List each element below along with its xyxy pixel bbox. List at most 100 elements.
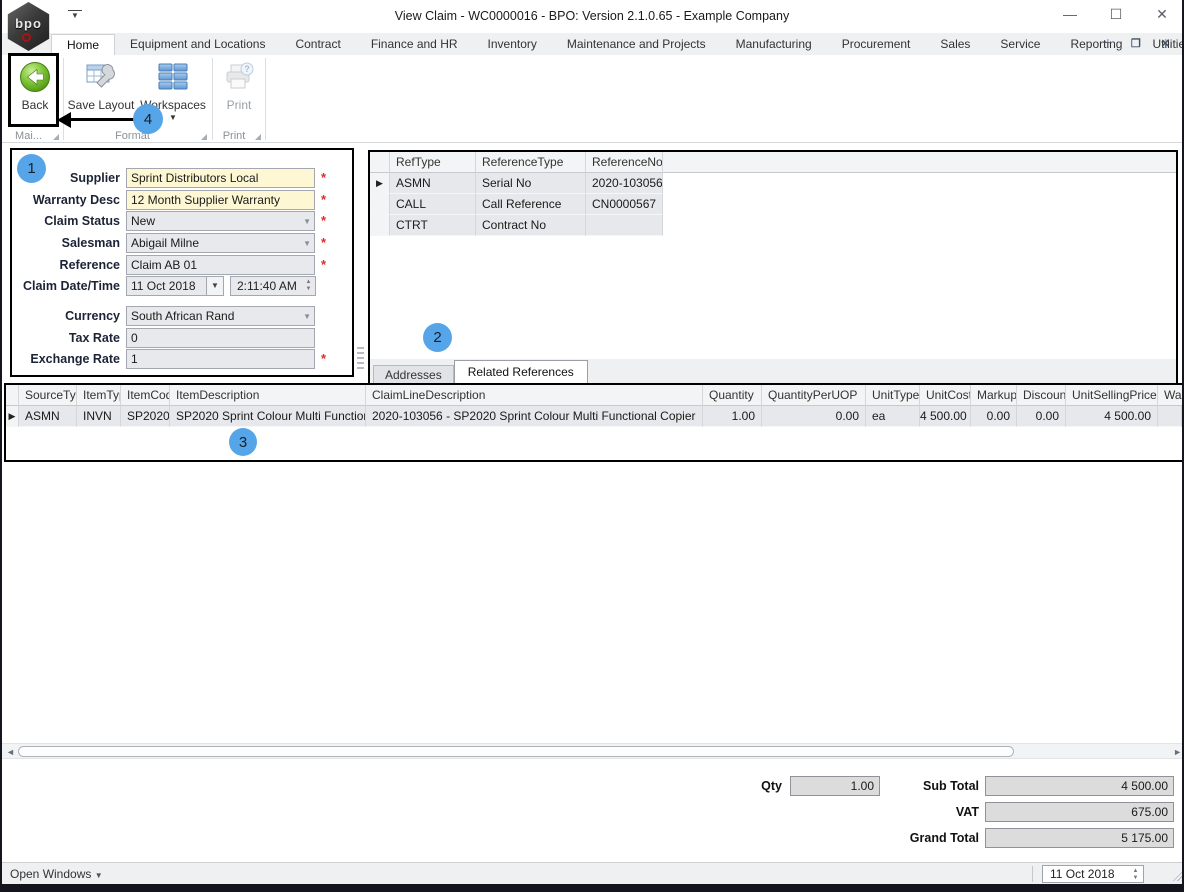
column-header-itemtype[interactable]: ItemType (77, 385, 121, 406)
column-header-unittype[interactable]: UnitType (866, 385, 920, 406)
currency-dropdown[interactable]: South African Rand ▼ (126, 306, 315, 326)
chevron-down-icon[interactable]: ▼ (206, 277, 223, 295)
chevron-down-icon: ▼ (303, 312, 311, 321)
tax-rate-field[interactable]: 0 (126, 328, 315, 348)
workspaces-dropdown-icon: ▼ (169, 113, 177, 122)
column-header-quantity[interactable]: Quantity (703, 385, 762, 406)
required-asterisk: * (321, 235, 327, 250)
required-asterisk: * (321, 192, 327, 207)
column-header-unitsellingprice[interactable]: UnitSellingPrice (1066, 385, 1158, 406)
tab-home[interactable]: Home (51, 34, 116, 55)
save-layout-label: Save Layout (67, 98, 135, 112)
claim-time-spinner[interactable]: 2:11:40 AM ▲ ▼ (230, 276, 316, 296)
required-asterisk: * (321, 257, 327, 272)
mdi-close-icon[interactable]: ✕ (1161, 37, 1170, 50)
tab-maintenance-and-projects[interactable]: Maintenance and Projects (552, 34, 721, 55)
callout-badge-1: 1 (17, 154, 46, 183)
tab-manufacturing[interactable]: Manufacturing (721, 34, 827, 55)
spinner-arrows-icon[interactable]: ▲ ▼ (1130, 867, 1141, 883)
current-row-indicator-icon: ▶ (6, 406, 19, 427)
tab-contract[interactable]: Contract (280, 34, 355, 55)
group-launcher-icon[interactable] (255, 134, 261, 140)
column-header-warehouse[interactable]: Ware (1158, 385, 1182, 406)
claim-status-dropdown[interactable]: New ▼ (126, 211, 315, 231)
vat-label: VAT (955, 805, 979, 819)
tab-service[interactable]: Service (985, 34, 1055, 55)
tab-finance-and-hr[interactable]: Finance and HR (356, 34, 473, 55)
open-windows-button[interactable]: Open Windows ▼ (10, 867, 103, 881)
current-row-indicator-icon: ▶ (370, 173, 390, 194)
group-launcher-icon[interactable] (201, 134, 207, 140)
callout-badge-4: 4 (133, 104, 163, 134)
scroll-right-icon[interactable]: ► (1173, 747, 1182, 757)
claim-date-picker[interactable]: 11 Oct 2018 ▼ (126, 276, 224, 296)
spinner-arrows-icon[interactable]: ▲ ▼ (303, 278, 314, 294)
group-caption-print: Print (222, 130, 246, 142)
maximize-icon[interactable]: ☐ (1106, 6, 1126, 23)
tab-procurement[interactable]: Procurement (827, 34, 926, 55)
mdi-minimize-icon[interactable]: ─ (1103, 37, 1111, 50)
sub-total-label: Sub Total (922, 779, 979, 793)
column-header-claimlinedescription[interactable]: ClaimLineDescription (366, 385, 703, 406)
print-label: Print (226, 98, 252, 112)
chevron-down-icon: ▼ (94, 871, 103, 880)
ribbon-group-main: Back Mai... (4, 55, 63, 143)
related-references-panel: RefType ReferenceType ReferenceNo ▶ ASMN… (368, 150, 1178, 387)
status-bar: Open Windows ▼ 11 Oct 2018 ▲ ▼ (2, 862, 1182, 884)
horizontal-scrollbar[interactable]: ◄ ► (2, 743, 1182, 759)
column-header-itemdescription[interactable]: ItemDescription (170, 385, 366, 406)
exchange-rate-field[interactable]: 1 (126, 349, 315, 369)
column-header-referencetype[interactable]: ReferenceType (476, 152, 586, 173)
mdi-restore-icon[interactable]: ❐ (1131, 37, 1141, 50)
reference-row[interactable]: ▶ ASMN Serial No 2020-103056 (370, 173, 1176, 194)
scroll-left-icon[interactable]: ◄ (6, 747, 15, 757)
tab-sales[interactable]: Sales (925, 34, 985, 55)
print-button[interactable]: ? Print (216, 58, 262, 112)
reference-field[interactable]: Claim AB 01 (126, 255, 315, 275)
column-header-reftype[interactable]: RefType (390, 152, 476, 173)
warranty-desc-field[interactable]: 12 Month Supplier Warranty (126, 190, 315, 210)
close-icon[interactable]: ✕ (1152, 6, 1172, 23)
workspaces-icon (156, 58, 190, 96)
required-asterisk: * (321, 170, 327, 185)
panel-splitter[interactable] (357, 347, 364, 369)
save-layout-button[interactable]: Save Layout (68, 58, 134, 112)
column-header-unitcost[interactable]: UnitCost (920, 385, 971, 406)
column-header-quantityperuop[interactable]: QuantityPerUOP (762, 385, 866, 406)
reference-row[interactable]: CALL Call Reference CN0000567 (370, 194, 1176, 215)
salesman-dropdown[interactable]: Abigail Milne ▼ (126, 233, 315, 253)
scrollbar-thumb[interactable] (18, 746, 1014, 757)
back-button[interactable]: Back (12, 58, 58, 112)
minimize-icon[interactable]: — (1060, 6, 1080, 23)
back-icon (18, 58, 52, 96)
group-launcher-icon[interactable] (53, 134, 59, 140)
reference-label: Reference (59, 258, 120, 272)
supplier-field[interactable]: Sprint Distributors Local (126, 168, 315, 188)
tab-inventory[interactable]: Inventory (473, 34, 552, 55)
tab-addresses[interactable]: Addresses (373, 365, 454, 385)
tab-equipment-and-locations[interactable]: Equipment and Locations (115, 34, 280, 55)
grid-header-row: RefType ReferenceType ReferenceNo (370, 152, 1176, 173)
tab-related-references[interactable]: Related References (453, 360, 588, 385)
reference-row[interactable]: CTRT Contract No (370, 215, 1176, 236)
window-bottom-edge (2, 884, 1182, 892)
statusbar-date-spinner[interactable]: 11 Oct 2018 ▲ ▼ (1042, 865, 1144, 883)
column-header-itemcode[interactable]: ItemCode (121, 385, 170, 406)
group-caption-format: Format (115, 130, 150, 142)
resize-grip-icon[interactable] (1170, 868, 1182, 881)
column-header-discount[interactable]: Discount (1017, 385, 1066, 406)
chevron-down-icon: ▼ (303, 239, 311, 248)
back-label: Back (21, 98, 49, 112)
claim-line-row[interactable]: ▶ ASMN INVN SP2020 SP2020 Sprint Colour … (6, 406, 1182, 427)
grid-header-row: SourceType ItemType ItemCode ItemDescrip… (6, 385, 1182, 406)
app-window: bpo ▼ View Claim - WC0000016 - BPO: Vers… (0, 0, 1184, 892)
qty-label: Qty (761, 779, 782, 793)
logo-ring (22, 33, 31, 42)
bottom-tab-strip: Addresses Related References (370, 359, 1176, 385)
chevron-down-icon: ▼ (303, 217, 311, 226)
vat-field: 675.00 (985, 802, 1174, 822)
column-header-markup[interactable]: Markup (971, 385, 1017, 406)
references-grid: RefType ReferenceType ReferenceNo ▶ ASMN… (370, 152, 1176, 236)
column-header-referenceno[interactable]: ReferenceNo (586, 152, 663, 173)
column-header-sourcetype[interactable]: SourceType (19, 385, 77, 406)
